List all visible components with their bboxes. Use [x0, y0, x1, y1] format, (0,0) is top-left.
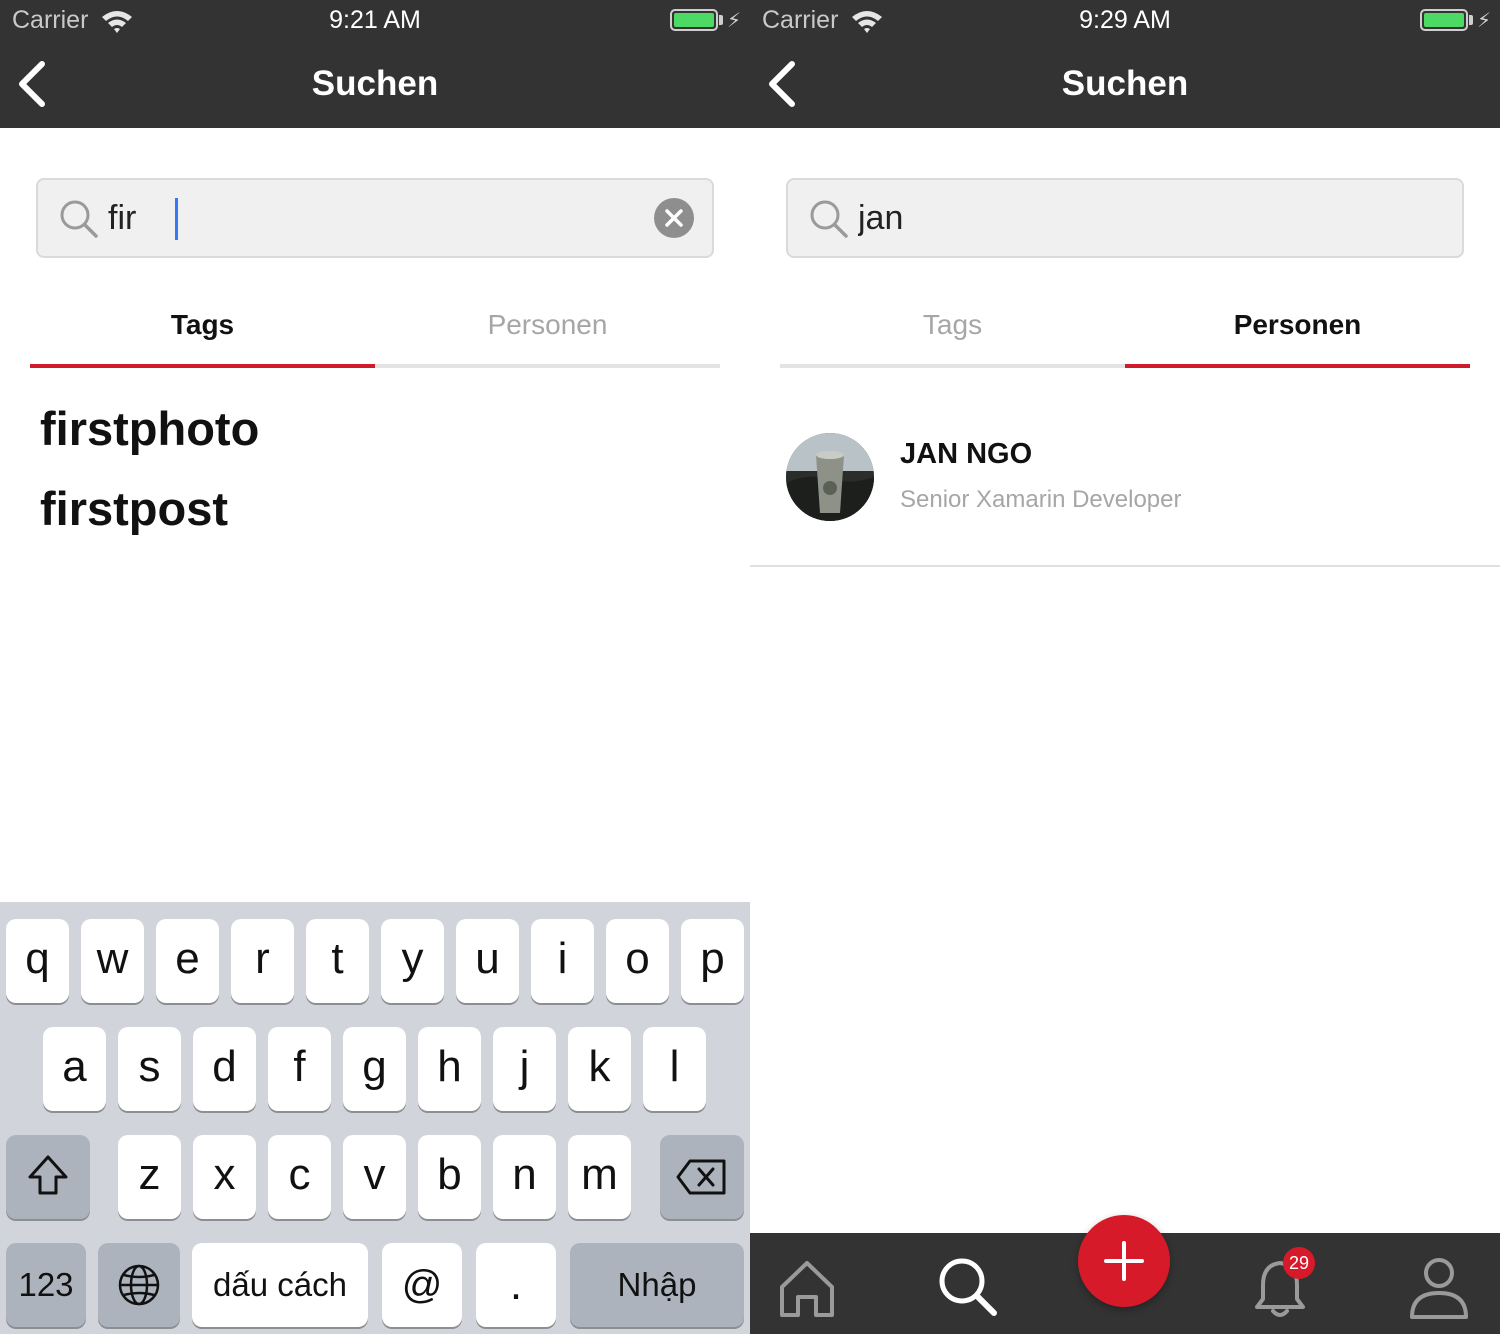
- bottom-tab-bar: 29: [750, 1215, 1500, 1334]
- tag-result-item[interactable]: firstpost: [40, 475, 259, 555]
- left-phone-screen: Carrier 9:21 AM ⚡ Suchen fir Tags Person…: [0, 0, 750, 1334]
- key-v[interactable]: v: [343, 1135, 406, 1219]
- backspace-key[interactable]: [660, 1135, 744, 1219]
- add-post-button[interactable]: [1078, 1215, 1170, 1307]
- key-h[interactable]: h: [418, 1027, 481, 1111]
- key-b[interactable]: b: [418, 1135, 481, 1219]
- key-k[interactable]: k: [568, 1027, 631, 1111]
- charging-icon: ⚡: [727, 10, 742, 32]
- segment-tabs: Tags Personen: [30, 290, 720, 368]
- segment-tabs: Tags Personen: [780, 290, 1470, 368]
- battery-tip: [719, 15, 723, 25]
- tab-personen[interactable]: Personen: [1125, 290, 1470, 368]
- key-c[interactable]: c: [268, 1135, 331, 1219]
- key-o[interactable]: o: [606, 919, 669, 1003]
- key-w[interactable]: w: [81, 919, 144, 1003]
- key-a[interactable]: a: [43, 1027, 106, 1111]
- dot-key[interactable]: .: [476, 1243, 556, 1327]
- home-icon[interactable]: [772, 1251, 842, 1321]
- tab-indicator: [780, 364, 1125, 368]
- key-r[interactable]: r: [231, 919, 294, 1003]
- profile-icon[interactable]: [1404, 1251, 1474, 1321]
- search-icon[interactable]: [932, 1251, 1002, 1321]
- page-title: Suchen: [1061, 64, 1189, 103]
- key-t[interactable]: t: [306, 919, 369, 1003]
- key-x[interactable]: x: [193, 1135, 256, 1219]
- clear-search-button[interactable]: [654, 198, 694, 238]
- battery-tip: [1469, 15, 1473, 25]
- key-j[interactable]: j: [493, 1027, 556, 1111]
- backspace-icon: [676, 1159, 726, 1195]
- key-y[interactable]: y: [381, 919, 444, 1003]
- page-title: Suchen: [311, 64, 439, 103]
- person-name: JAN NGO: [900, 438, 1033, 470]
- shift-key[interactable]: [6, 1135, 90, 1219]
- search-bar[interactable]: [786, 178, 1464, 258]
- key-e[interactable]: e: [156, 919, 219, 1003]
- nav-header: Carrier 9:29 AM ⚡ Suchen: [750, 0, 1500, 128]
- avatar: [786, 433, 874, 521]
- at-key[interactable]: @: [382, 1243, 462, 1327]
- status-time: 9:21 AM: [329, 6, 421, 34]
- shift-icon: [28, 1155, 68, 1195]
- tag-result-item[interactable]: firstphoto: [40, 395, 259, 475]
- globe-key[interactable]: [98, 1243, 180, 1327]
- battery-icon: [1420, 9, 1468, 31]
- battery-icon: [670, 9, 718, 31]
- search-icon: [810, 200, 848, 238]
- search-input[interactable]: [858, 188, 1398, 248]
- key-u[interactable]: u: [456, 919, 519, 1003]
- charging-icon: ⚡: [1477, 10, 1492, 32]
- tab-indicator: [30, 364, 375, 368]
- tab-tags-label: Tags: [170, 309, 235, 340]
- status-bar: Carrier 9:29 AM ⚡: [750, 0, 1500, 40]
- tab-personen-label: Personen: [1233, 309, 1362, 340]
- key-g[interactable]: g: [343, 1027, 406, 1111]
- tab-tags[interactable]: Tags: [30, 290, 375, 368]
- right-phone-screen: Carrier 9:29 AM ⚡ Suchen Tags: [750, 0, 1500, 1334]
- key-z[interactable]: z: [118, 1135, 181, 1219]
- key-m[interactable]: m: [568, 1135, 631, 1219]
- key-d[interactable]: d: [193, 1027, 256, 1111]
- notification-badge: 29: [1283, 1247, 1315, 1279]
- key-l[interactable]: l: [643, 1027, 706, 1111]
- key-p[interactable]: p: [681, 919, 744, 1003]
- key-s[interactable]: s: [118, 1027, 181, 1111]
- nav-header: Carrier 9:21 AM ⚡ Suchen: [0, 0, 750, 128]
- avatar-photo: [786, 433, 874, 521]
- person-list-item[interactable]: JAN NGO Senior Xamarin Developer: [750, 400, 1500, 567]
- status-bar: Carrier 9:21 AM ⚡: [0, 0, 750, 40]
- space-key[interactable]: dấu cách: [192, 1243, 368, 1327]
- numbers-key[interactable]: 123: [6, 1243, 86, 1327]
- person-role: Senior Xamarin Developer: [900, 486, 1182, 513]
- add-icon: [1104, 1241, 1144, 1281]
- search-bar[interactable]: [36, 178, 714, 258]
- key-n[interactable]: n: [493, 1135, 556, 1219]
- tab-tags[interactable]: Tags: [780, 290, 1125, 368]
- search-icon: [60, 200, 98, 238]
- search-input[interactable]: [108, 188, 648, 248]
- tab-tags-label: Tags: [922, 309, 983, 340]
- tag-result-list: firstphoto firstpost: [40, 395, 259, 555]
- text-caret: [175, 198, 178, 240]
- key-q[interactable]: q: [6, 919, 69, 1003]
- globe-icon: [118, 1264, 160, 1306]
- on-screen-keyboard: q w e r t y u i o p a s d f g h j k l z …: [0, 902, 750, 1334]
- return-key[interactable]: Nhập: [570, 1243, 744, 1327]
- tab-indicator: [1125, 364, 1470, 368]
- tab-personen-label: Personen: [487, 309, 608, 340]
- tab-personen[interactable]: Personen: [375, 290, 720, 368]
- key-f[interactable]: f: [268, 1027, 331, 1111]
- key-i[interactable]: i: [531, 919, 594, 1003]
- tab-indicator: [375, 364, 720, 368]
- status-time: 9:29 AM: [1079, 6, 1171, 34]
